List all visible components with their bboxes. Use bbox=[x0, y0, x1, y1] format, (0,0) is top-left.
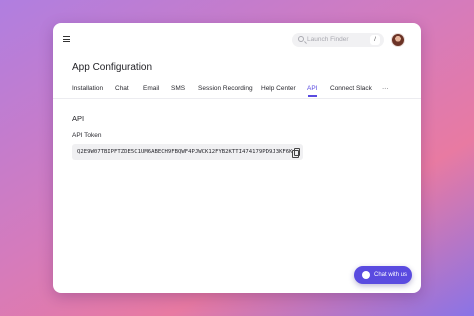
api-token-field: Q2E9W07TBIPFTZDE5C1UM6ABECH9FBQWF4PJWCK1… bbox=[72, 144, 303, 160]
search-input[interactable]: Launch Finder / bbox=[292, 33, 384, 47]
tab-more[interactable]: ··· bbox=[382, 84, 389, 94]
app-window: Launch Finder / App Configuration Instal… bbox=[53, 23, 421, 293]
page-title: App Configuration bbox=[72, 62, 153, 73]
api-token-label: API Token bbox=[72, 132, 102, 139]
tab-sms[interactable]: SMS bbox=[171, 84, 185, 94]
search-icon bbox=[298, 36, 304, 42]
search-placeholder: Launch Finder bbox=[307, 36, 349, 43]
section-title-api: API bbox=[72, 114, 85, 123]
settings-tabs: Installation Chat Email SMS Session Reco… bbox=[72, 84, 412, 98]
tab-session-recording[interactable]: Session Recording bbox=[198, 84, 253, 94]
api-token-value: Q2E9W07TBIPFTZDE5C1UM6ABECH9FBQWF4PJWCK1… bbox=[77, 149, 293, 155]
tab-installation[interactable]: Installation bbox=[72, 84, 103, 94]
chat-button-label: Chat with us bbox=[374, 272, 408, 278]
chat-with-us-button[interactable]: Chat with us bbox=[354, 266, 412, 284]
user-avatar[interactable] bbox=[391, 33, 405, 47]
copy-icon[interactable] bbox=[292, 148, 300, 158]
tabs-divider bbox=[53, 98, 421, 99]
tab-connect-slack[interactable]: Connect Slack bbox=[330, 84, 372, 94]
active-tab-indicator bbox=[308, 95, 317, 97]
tab-help-center[interactable]: Help Center bbox=[261, 84, 296, 94]
tab-api[interactable]: API bbox=[307, 84, 317, 94]
chat-bubble-icon bbox=[362, 271, 370, 279]
top-bar: Launch Finder / bbox=[53, 23, 421, 57]
hamburger-menu-icon[interactable] bbox=[63, 36, 70, 42]
tab-email[interactable]: Email bbox=[143, 84, 159, 94]
search-shortcut-key: / bbox=[370, 35, 380, 45]
tab-chat[interactable]: Chat bbox=[115, 84, 129, 94]
